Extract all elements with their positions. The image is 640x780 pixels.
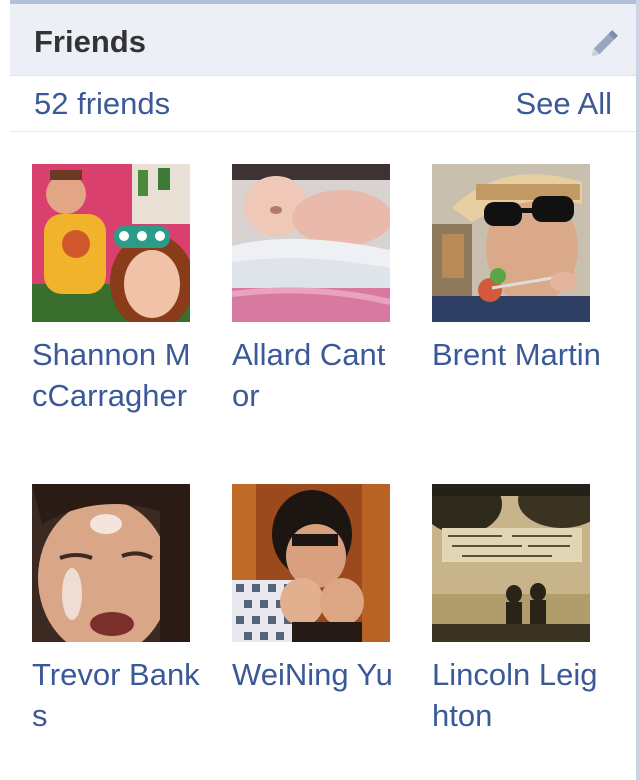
pencil-icon[interactable] xyxy=(584,26,622,64)
friend-photo[interactable] xyxy=(432,484,590,642)
friend-name-link[interactable]: Lincoln Leighton xyxy=(432,654,602,736)
friend-item[interactable]: Shannon McCarragher xyxy=(32,164,202,416)
friend-photo[interactable] xyxy=(432,164,590,322)
friend-item[interactable]: Allard Cantor xyxy=(232,164,402,416)
friend-name-link[interactable]: WeiNing Yu xyxy=(232,654,402,695)
friend-item[interactable]: Lincoln Leighton xyxy=(432,484,602,736)
see-all-link[interactable]: See All xyxy=(515,86,612,122)
right-border xyxy=(636,0,640,780)
friends-box: Friends 52 friends See All Shannon McCar… xyxy=(0,0,640,780)
friend-photo[interactable] xyxy=(232,164,390,322)
friend-name-link[interactable]: Trevor Banks xyxy=(32,654,202,736)
friends-summary-bar: 52 friends See All xyxy=(10,76,636,132)
friend-name-link[interactable]: Brent Martin xyxy=(432,334,602,375)
friend-item[interactable]: Trevor Banks xyxy=(32,484,202,736)
friend-photo[interactable] xyxy=(32,484,190,642)
friend-item[interactable]: WeiNing Yu xyxy=(232,484,402,695)
friend-item[interactable]: Brent Martin xyxy=(432,164,602,375)
friend-name-link[interactable]: Allard Cantor xyxy=(232,334,402,416)
friend-photo[interactable] xyxy=(232,484,390,642)
friend-photo[interactable] xyxy=(32,164,190,322)
section-title: Friends xyxy=(34,24,146,59)
friend-name-link[interactable]: Shannon McCarragher xyxy=(32,334,202,416)
friend-count-link[interactable]: 52 friends xyxy=(34,86,170,122)
friends-header: Friends xyxy=(10,4,636,76)
